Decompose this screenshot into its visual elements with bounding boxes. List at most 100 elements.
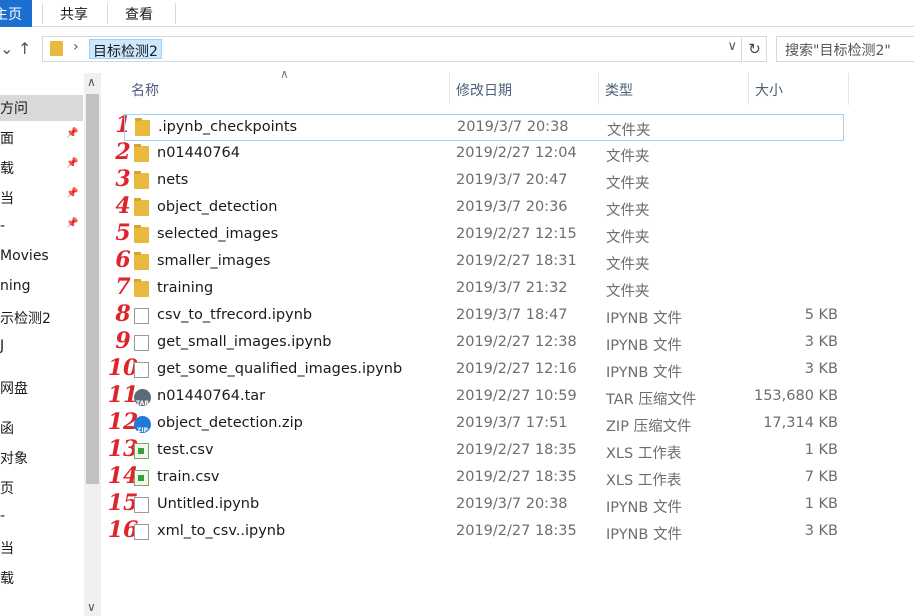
file-type: 文件夹 <box>606 284 650 300</box>
ribbon-divider <box>107 3 108 24</box>
file-name: Untitled.ipynb <box>157 496 260 512</box>
folder-icon <box>135 118 150 136</box>
file-date: 2019/2/27 12:15 <box>456 226 577 242</box>
column-header-type[interactable]: 类型 <box>605 73 633 105</box>
document-icon <box>134 497 149 513</box>
file-name: smaller_images <box>157 253 271 269</box>
file-row[interactable]: selected_images 2019/2/27 12:15 文件夹 <box>124 222 844 249</box>
file-date: 2019/2/27 12:16 <box>456 361 577 377</box>
file-size: 5 KB <box>804 307 838 323</box>
sidebar-item[interactable]: Movies <box>0 245 83 271</box>
file-date: 2019/2/27 18:35 <box>456 523 577 539</box>
file-row[interactable]: train.csv 2019/2/27 18:35 XLS 工作表 7 KB <box>124 465 844 492</box>
file-type: IPYNB 文件 <box>606 527 682 543</box>
file-type: XLS 工作表 <box>606 473 682 489</box>
address-bar[interactable]: › 目标检测2 ∨ <box>42 36 742 62</box>
file-date: 2019/2/27 12:38 <box>456 334 577 350</box>
file-row[interactable]: nets 2019/3/7 20:47 文件夹 <box>124 168 844 195</box>
archive-label: TAR <box>136 400 149 407</box>
sidebar-scrollbar[interactable]: ∧ ∨ <box>84 73 101 616</box>
column-divider[interactable] <box>848 73 849 105</box>
recent-locations-icon[interactable]: ⌄ <box>0 39 13 58</box>
navigation-bar: ⌄ ↑ › 目标检测2 ∨ ↻ 搜索"目标检测2" <box>0 27 914 73</box>
document-icon <box>134 362 149 378</box>
file-name: xml_to_csv..ipynb <box>157 523 286 539</box>
file-row[interactable]: xml_to_csv..ipynb 2019/2/27 18:35 IPYNB 文件… <box>124 519 844 546</box>
up-arrow-icon[interactable]: ↑ <box>18 39 31 58</box>
folder-icon <box>50 41 63 56</box>
column-divider[interactable] <box>449 73 450 105</box>
sidebar-item[interactable]: 当 📌 <box>0 185 83 211</box>
sidebar-item[interactable]: 方问 <box>0 95 83 121</box>
column-header-name[interactable]: 名称 <box>131 73 159 105</box>
file-type: IPYNB 文件 <box>606 311 682 327</box>
column-divider[interactable] <box>598 73 599 105</box>
file-row[interactable]: smaller_images 2019/2/27 18:31 文件夹 <box>124 249 844 276</box>
file-name: object_detection.zip <box>157 415 303 431</box>
sidebar-item[interactable]: 载 <box>0 565 83 591</box>
file-name: .ipynb_checkpoints <box>158 119 298 135</box>
pin-icon: 📌 <box>66 128 79 139</box>
scroll-up-icon[interactable]: ∧ <box>87 75 96 89</box>
sidebar-item[interactable]: J <box>0 335 83 361</box>
column-header-size[interactable]: 大小 <box>755 73 783 105</box>
spreadsheet-icon <box>134 470 149 486</box>
sidebar-item-label: 方问 <box>0 101 28 117</box>
sidebar-item[interactable]: 函 <box>0 415 83 441</box>
file-size: 7 KB <box>804 469 838 485</box>
sidebar-item[interactable]: 页 <box>0 475 83 501</box>
sidebar-item[interactable]: 对象 <box>0 445 83 471</box>
file-size: 1 KB <box>804 496 838 512</box>
file-row[interactable]: Untitled.ipynb 2019/3/7 20:38 IPYNB 文件 1 KB <box>124 492 844 519</box>
pin-icon: 📌 <box>66 218 79 229</box>
tab-home[interactable]: 主页 <box>0 0 32 27</box>
chevron-right-icon[interactable]: › <box>73 39 79 55</box>
sidebar-item[interactable]: ning <box>0 275 83 301</box>
file-type: IPYNB 文件 <box>606 365 682 381</box>
file-date: 2019/3/7 20:47 <box>456 172 568 188</box>
tar-archive-icon: TAR <box>134 389 151 407</box>
tab-view[interactable]: 查看 <box>125 4 153 24</box>
column-header-date[interactable]: 修改日期 <box>456 73 512 105</box>
sidebar-item[interactable]: 网盘 <box>0 375 83 401</box>
file-row[interactable]: test.csv 2019/2/27 18:35 XLS 工作表 1 KB <box>124 438 844 465</box>
sidebar-item[interactable]: 当 <box>0 535 83 561</box>
sidebar-item-label: J <box>0 338 5 354</box>
file-row[interactable]: get_some_qualified_images.ipynb 2019/2/27… <box>124 357 844 384</box>
file-row[interactable]: .ipynb_checkpoints 2019/3/7 20:38 文件夹 <box>124 114 844 141</box>
folder-icon <box>134 171 149 189</box>
search-input[interactable]: 搜索"目标检测2" <box>776 36 914 62</box>
pin-icon: 📌 <box>66 158 79 169</box>
sidebar-item[interactable]: 面 📌 <box>0 125 83 151</box>
tab-share[interactable]: 共享 <box>60 4 88 24</box>
sidebar-item-label: 示检测2 <box>0 311 51 327</box>
file-type: 文件夹 <box>606 176 650 192</box>
file-name: object_detection <box>157 199 278 215</box>
scroll-down-icon[interactable]: ∨ <box>87 600 96 614</box>
sidebar-item[interactable]: ‐ 📌 <box>0 215 83 241</box>
ribbon-divider <box>42 3 43 24</box>
sidebar-item[interactable]: 载 📌 <box>0 155 83 181</box>
sidebar-item-label: 当 <box>0 541 14 557</box>
file-type: 文件夹 <box>606 257 650 273</box>
file-name: train.csv <box>157 469 220 485</box>
file-size: 17,314 KB <box>763 415 838 431</box>
navigation-pane: ∧ ∨ 方问面 📌 载 📌 当 📌 ‐ 📌 Movies ning 示检测2 J 网盘函对象页 ‐ 当载 <box>0 73 104 616</box>
file-row[interactable]: TAR n01440764.tar 2019/2/27 10:59 TAR 压缩文件 1… <box>124 384 844 411</box>
spreadsheet-icon <box>134 443 149 459</box>
column-divider[interactable] <box>748 73 749 105</box>
file-row[interactable]: ZIP object_detection.zip 2019/3/7 17:51 ZIP… <box>124 411 844 438</box>
file-row[interactable]: csv_to_tfrecord.ipynb 2019/3/7 18:47 IPYNB… <box>124 303 844 330</box>
sidebar-item[interactable]: ‐ <box>0 505 83 531</box>
chevron-down-icon[interactable]: ∨ <box>727 39 737 54</box>
file-row[interactable]: n01440764 2019/2/27 12:04 文件夹 <box>124 141 844 168</box>
file-row[interactable]: training 2019/3/7 21:32 文件夹 <box>124 276 844 303</box>
file-row[interactable]: get_small_images.ipynb 2019/2/27 12:38 IPY… <box>124 330 844 357</box>
breadcrumb[interactable]: 目标检测2 <box>89 39 162 60</box>
file-name: n01440764 <box>157 145 240 161</box>
file-row[interactable]: object_detection 2019/3/7 20:36 文件夹 <box>124 195 844 222</box>
refresh-icon[interactable]: ↻ <box>743 36 767 62</box>
sidebar-item[interactable]: 示检测2 <box>0 305 83 331</box>
scrollbar-thumb[interactable] <box>86 94 99 484</box>
folder-icon <box>134 198 149 216</box>
